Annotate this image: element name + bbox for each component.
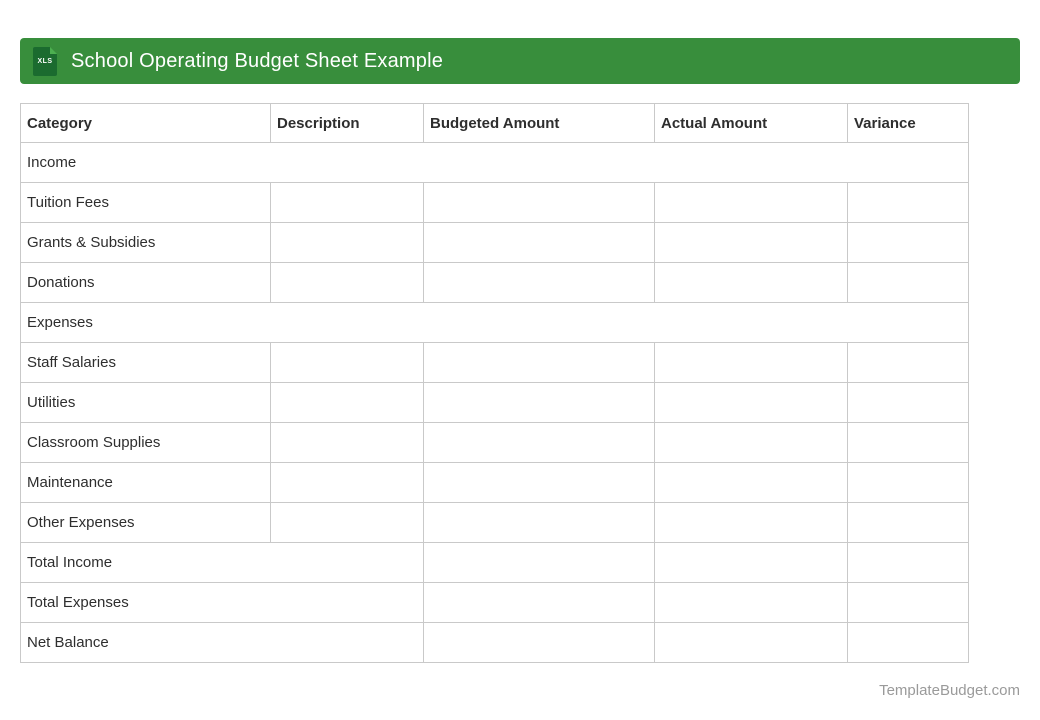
total-label-cell: Total Income — [20, 542, 424, 583]
variance-cell — [847, 262, 969, 303]
budgeted-amount-cell — [423, 382, 655, 423]
category-cell: Tuition Fees — [20, 182, 271, 223]
actual-amount-cell — [654, 262, 848, 303]
description-cell — [270, 222, 424, 263]
actual-amount-cell — [654, 422, 848, 463]
actual-amount-cell — [654, 222, 848, 263]
section-label: Expenses — [20, 302, 969, 343]
variance-cell — [847, 462, 969, 503]
description-cell — [270, 382, 424, 423]
variance-cell — [847, 382, 969, 423]
title-banner: XLS School Operating Budget Sheet Exampl… — [20, 38, 1020, 84]
column-header-budgeted-amount: Budgeted Amount — [423, 103, 655, 143]
xls-icon-label: XLS — [37, 57, 53, 65]
description-cell — [270, 262, 424, 303]
variance-cell — [847, 622, 969, 663]
budgeted-amount-cell — [423, 262, 655, 303]
table-row: Donations — [20, 262, 969, 303]
section-row-expenses: Expenses — [20, 302, 969, 343]
category-cell: Other Expenses — [20, 502, 271, 543]
table-row: Other Expenses — [20, 502, 969, 543]
xls-file-icon: XLS — [33, 46, 57, 76]
total-label-cell: Total Expenses — [20, 582, 424, 623]
header-row: Category Description Budgeted Amount Act… — [20, 103, 969, 143]
table-row: Staff Salaries — [20, 342, 969, 383]
total-row: Total Income — [20, 542, 969, 583]
budgeted-amount-cell — [423, 342, 655, 383]
actual-amount-cell — [654, 342, 848, 383]
variance-cell — [847, 502, 969, 543]
table-row: Classroom Supplies — [20, 422, 969, 463]
variance-cell — [847, 222, 969, 263]
section-row-income: Income — [20, 142, 969, 183]
budgeted-amount-cell — [423, 462, 655, 503]
category-cell: Classroom Supplies — [20, 422, 271, 463]
page-title: School Operating Budget Sheet Example — [71, 49, 444, 72]
description-cell — [270, 462, 424, 503]
description-cell — [270, 422, 424, 463]
budgeted-amount-cell — [423, 502, 655, 543]
actual-amount-cell — [654, 542, 848, 583]
actual-amount-cell — [654, 502, 848, 543]
description-cell — [270, 182, 424, 223]
column-header-category: Category — [20, 103, 271, 143]
budgeted-amount-cell — [423, 582, 655, 623]
actual-amount-cell — [654, 622, 848, 663]
variance-cell — [847, 342, 969, 383]
total-row: Net Balance — [20, 622, 969, 663]
column-header-variance: Variance — [847, 103, 969, 143]
actual-amount-cell — [654, 582, 848, 623]
total-row: Total Expenses — [20, 582, 969, 623]
variance-cell — [847, 182, 969, 223]
variance-cell — [847, 542, 969, 583]
total-label-cell: Net Balance — [20, 622, 424, 663]
section-label: Income — [20, 142, 969, 183]
page: XLS School Operating Budget Sheet Exampl… — [0, 0, 1040, 720]
actual-amount-cell — [654, 182, 848, 223]
category-cell: Donations — [20, 262, 271, 303]
table-row: Utilities — [20, 382, 969, 423]
variance-cell — [847, 422, 969, 463]
budgeted-amount-cell — [423, 422, 655, 463]
category-cell: Staff Salaries — [20, 342, 271, 383]
column-header-actual-amount: Actual Amount — [654, 103, 848, 143]
budget-table: Category Description Budgeted Amount Act… — [20, 103, 969, 663]
table-row: Maintenance — [20, 462, 969, 503]
table-row: Tuition Fees — [20, 182, 969, 223]
category-cell: Grants & Subsidies — [20, 222, 271, 263]
description-cell — [270, 342, 424, 383]
column-header-description: Description — [270, 103, 424, 143]
budgeted-amount-cell — [423, 222, 655, 263]
actual-amount-cell — [654, 382, 848, 423]
variance-cell — [847, 582, 969, 623]
category-cell: Utilities — [20, 382, 271, 423]
actual-amount-cell — [654, 462, 848, 503]
budgeted-amount-cell — [423, 182, 655, 223]
budgeted-amount-cell — [423, 542, 655, 583]
table-row: Grants & Subsidies — [20, 222, 969, 263]
watermark: TemplateBudget.com — [879, 682, 1020, 699]
budgeted-amount-cell — [423, 622, 655, 663]
category-cell: Maintenance — [20, 462, 271, 503]
description-cell — [270, 502, 424, 543]
